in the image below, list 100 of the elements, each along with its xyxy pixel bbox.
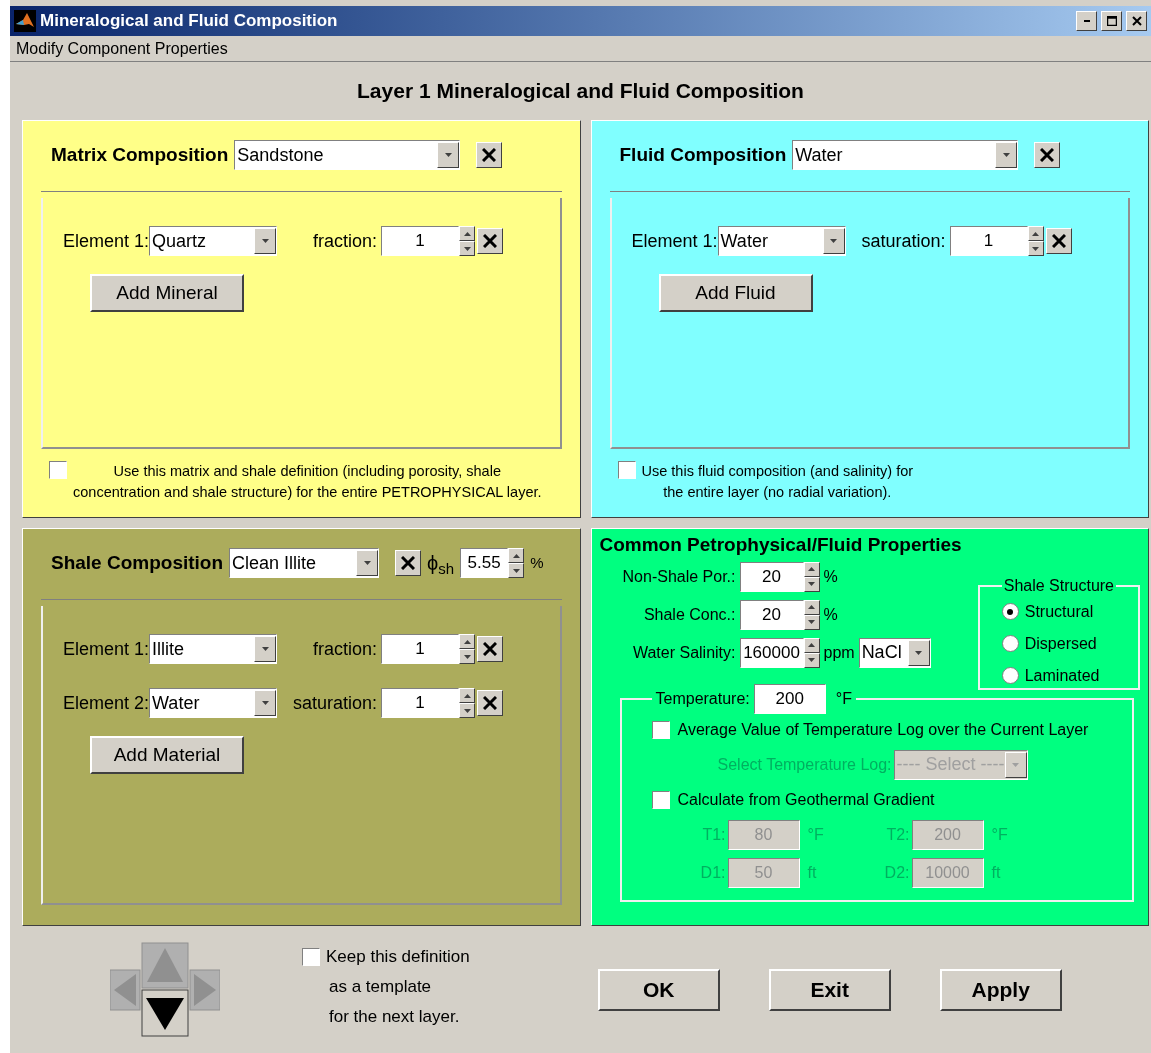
dropdown[interactable]: NaCl: [858, 637, 931, 668]
dropdown-arrow-icon: [444, 153, 452, 157]
close-icon: [1040, 148, 1055, 162]
number-field[interactable]: 160000: [739, 637, 804, 668]
dropdown-arrow-icon: [512, 553, 520, 558]
maximize-icon: [1106, 16, 1117, 26]
radio-button[interactable]: [1001, 603, 1019, 620]
radio-button[interactable]: [1001, 667, 1019, 684]
dropdown[interactable]: Water: [149, 688, 278, 718]
panel-title: Shale Composition: [51, 550, 224, 575]
dropdown-arrow-icon: [830, 239, 838, 243]
dropdown-arrow-icon: [808, 582, 815, 586]
unit-label: ft: [807, 862, 817, 883]
checkbox[interactable]: [617, 461, 636, 479]
dialog-button[interactable]: Apply: [939, 968, 1062, 1011]
remove-button[interactable]: [1045, 228, 1072, 254]
dropdown[interactable]: Illite: [149, 634, 278, 664]
dropdown-arrow-icon: [512, 568, 520, 573]
dropdown[interactable]: Sandstone: [234, 140, 461, 170]
dropdown-arrow-icon: [808, 658, 815, 662]
checkbox[interactable]: [49, 461, 67, 479]
dropdown-arrow-icon: [808, 643, 815, 647]
panel-title: Fluid Composition: [619, 142, 787, 167]
minimize-button[interactable]: [1076, 11, 1097, 31]
spinner[interactable]: [459, 634, 476, 664]
remove-button[interactable]: [477, 690, 504, 716]
element-label: Element 1:: [631, 229, 718, 253]
close-icon: [483, 696, 498, 710]
number-field[interactable]: 20: [739, 599, 804, 630]
dropdown[interactable]: Water: [792, 140, 1019, 170]
dropdown-arrow-icon: [363, 561, 371, 565]
unit-label: %: [823, 566, 838, 587]
dropdown[interactable]: Quartz: [149, 226, 278, 256]
dropdown-arrow-icon: [463, 639, 471, 644]
number-field[interactable]: 1: [381, 226, 460, 256]
number-field[interactable]: 1: [381, 634, 460, 664]
menu-item[interactable]: Modify Component Properties: [16, 36, 228, 61]
window-title: Mineralogical and Fluid Composition: [40, 10, 339, 33]
add-button[interactable]: Add Mineral: [90, 274, 244, 312]
dropdown-arrow-icon: [261, 239, 269, 243]
add-button[interactable]: Add Fluid: [658, 274, 813, 312]
dialog-button[interactable]: Exit: [768, 968, 891, 1011]
spinner[interactable]: [459, 226, 476, 256]
panel-title: Common Petrophysical/Fluid Properties: [599, 533, 963, 557]
close-icon: [483, 234, 498, 248]
remove-button[interactable]: [395, 550, 422, 576]
checkbox[interactable]: [302, 947, 320, 966]
field-label: Non-Shale Por.:: [621, 566, 737, 587]
field-label: Temperature:: [655, 688, 750, 709]
unit-label: ft: [991, 862, 1001, 883]
amount-label: fraction:: [312, 637, 379, 661]
page-heading: Layer 1 Mineralogical and Fluid Composition: [357, 78, 804, 105]
close-icon: [483, 642, 498, 656]
dropdown-arrow-icon: [463, 246, 471, 251]
radio-option[interactable]: Structural: [1001, 599, 1116, 624]
dropdown[interactable]: Clean Illite: [229, 548, 380, 578]
unit-label: °F: [991, 824, 1008, 845]
close-icon: [401, 556, 416, 570]
dropdown-arrow-icon: [915, 650, 923, 655]
radio-button[interactable]: [1001, 635, 1019, 652]
checkbox-label: Use this matrix and shale definition (including porosity, shale concentration and shale structure) for the entire PETROPHYSICAL layer.: [73, 462, 542, 502]
radio-option[interactable]: Dispersed: [1001, 631, 1116, 656]
close-button[interactable]: [1126, 11, 1147, 31]
amount-label: saturation:: [860, 229, 947, 253]
field-label: Shale Conc.:: [642, 604, 737, 625]
number-field[interactable]: 200: [753, 683, 826, 714]
maximize-button[interactable]: [1101, 11, 1122, 31]
group-title: Shale Structure: [1002, 575, 1115, 596]
number-field[interactable]: 5.55: [460, 548, 509, 578]
dropdown[interactable]: Water: [717, 226, 846, 256]
unit-label: %: [823, 604, 838, 625]
number-field[interactable]: 20: [739, 561, 804, 592]
remove-button[interactable]: [477, 228, 504, 254]
spinner[interactable]: [508, 548, 525, 578]
spinner[interactable]: [459, 688, 476, 718]
element-label: Element 2:: [63, 691, 150, 715]
unit-label: °F: [807, 824, 824, 845]
dialog-button[interactable]: OK: [597, 968, 720, 1011]
number-field[interactable]: 1: [949, 226, 1028, 256]
remove-button[interactable]: [1034, 142, 1061, 168]
field-label: D1:: [699, 862, 727, 883]
remove-button[interactable]: [477, 636, 504, 662]
dropdown-arrow-icon: [463, 231, 471, 236]
element-label: Element 1:: [63, 229, 150, 253]
dropdown-arrow-icon: [1032, 231, 1040, 236]
app-logo-icon: [14, 10, 36, 32]
checkbox[interactable]: [651, 720, 670, 739]
field-label: Water Salinity:: [631, 642, 737, 663]
dropdown-arrow-icon: [808, 605, 815, 609]
number-field[interactable]: 1: [381, 688, 460, 718]
phi-label: ϕ$_{sh}$: [427, 551, 455, 578]
dropdown-arrow-icon: [463, 654, 471, 659]
remove-button[interactable]: [476, 142, 503, 168]
minimize-icon: [1083, 20, 1090, 22]
dropdown-arrow-icon: [1012, 762, 1020, 767]
checkbox[interactable]: [651, 790, 670, 809]
dropdown-arrow-icon: [1002, 153, 1010, 157]
add-button[interactable]: Add Material: [90, 736, 244, 774]
checkbox-label: Use this fluid composition (and salinity) for the entire layer (no radial variation).: [641, 462, 914, 502]
radio-option[interactable]: Laminated: [1001, 663, 1116, 688]
